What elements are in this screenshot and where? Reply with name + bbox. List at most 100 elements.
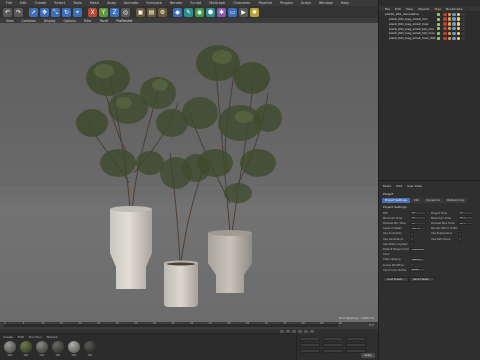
array-icon[interactable]: ⬢ bbox=[206, 7, 215, 17]
material-tag-icon[interactable] bbox=[447, 26, 451, 31]
attribute-checkbox[interactable] bbox=[458, 237, 462, 241]
material-tag-icon[interactable] bbox=[452, 36, 456, 40]
menu-item-snap[interactable]: Snap bbox=[107, 1, 116, 5]
material-tag-icon[interactable] bbox=[461, 31, 465, 36]
attribute-menu-mode[interactable]: Mode bbox=[383, 184, 391, 188]
material-tag-icon[interactable] bbox=[456, 17, 460, 21]
z-axis-icon[interactable]: Z bbox=[110, 7, 119, 17]
render-view-icon[interactable]: ▣ bbox=[136, 7, 145, 17]
material-menu-edit[interactable]: Edit bbox=[18, 335, 24, 339]
subdivision-icon[interactable]: ◉ bbox=[195, 7, 204, 17]
object-menu-tags[interactable]: Tags bbox=[434, 7, 441, 11]
material-tag-icon[interactable] bbox=[456, 31, 460, 36]
attribute-checkbox[interactable] bbox=[410, 237, 414, 241]
menu-item-select[interactable]: Select bbox=[54, 1, 65, 5]
light-icon[interactable]: ✹ bbox=[250, 7, 259, 17]
viewport-menu-options[interactable]: Options bbox=[64, 19, 76, 23]
visibility-dot[interactable] bbox=[437, 13, 440, 16]
material-tag-icon[interactable] bbox=[447, 31, 451, 36]
viewport-menu-display[interactable]: Display bbox=[44, 19, 56, 23]
material-tag-icon[interactable] bbox=[443, 26, 447, 31]
material-swatch[interactable] bbox=[36, 341, 48, 353]
menu-item-plugins[interactable]: Plugins bbox=[280, 1, 293, 5]
world-coordinates-icon[interactable]: ◎ bbox=[121, 7, 130, 17]
attribute-checkbox[interactable] bbox=[410, 242, 414, 246]
redo-icon[interactable]: ↷ bbox=[14, 7, 23, 17]
coord-field-x[interactable] bbox=[300, 336, 320, 341]
attribute-value-field[interactable]: Medium bbox=[410, 258, 426, 262]
visibility-dot[interactable] bbox=[437, 22, 440, 26]
attribute-value-field[interactable]: 90 F bbox=[458, 221, 474, 226]
attribute-value-field[interactable]: sRGB bbox=[410, 268, 426, 272]
move-icon[interactable]: ✥ bbox=[40, 7, 49, 17]
attribute-value-field[interactable]: 0 F bbox=[458, 211, 474, 215]
visibility-dot[interactable] bbox=[437, 32, 440, 36]
material-tag-icon[interactable] bbox=[456, 36, 460, 40]
coord-field-z2[interactable] bbox=[323, 348, 343, 353]
material-tag-icon[interactable] bbox=[452, 17, 456, 21]
menu-item-create[interactable]: Create bbox=[35, 1, 47, 5]
material-swatch[interactable] bbox=[20, 341, 32, 353]
tab-dynamics[interactable]: Dynamics bbox=[423, 198, 444, 203]
coord-field-z[interactable] bbox=[300, 348, 320, 353]
menu-item-help[interactable]: Help bbox=[341, 1, 349, 5]
timeline[interactable]: 0 5 10 15 20 25 30 35 40 45 50 55 60 65 70 75 80 85 90 0 F bbox=[0, 322, 378, 329]
material-menu-texture[interactable]: Texture bbox=[47, 335, 58, 339]
material-tag-icon[interactable] bbox=[461, 36, 465, 40]
visibility-dot[interactable] bbox=[437, 37, 440, 40]
object-row[interactable]: plant_001_bag_small_max_001 bbox=[379, 36, 480, 41]
attribute-checkbox[interactable] bbox=[410, 263, 414, 267]
material-tag-icon[interactable] bbox=[461, 17, 465, 21]
viewport-menu-panel[interactable]: Panel bbox=[100, 19, 109, 23]
material-tag-icon[interactable] bbox=[452, 22, 456, 26]
menu-item-window[interactable]: Window bbox=[319, 1, 333, 5]
material-swatch[interactable] bbox=[4, 341, 16, 353]
coord-field-x2[interactable] bbox=[323, 336, 343, 341]
floor-icon[interactable]: ▭ bbox=[228, 7, 237, 17]
attribute-value-field[interactable]: 0 F bbox=[410, 216, 426, 220]
material-tag-icon[interactable] bbox=[443, 17, 447, 21]
material-tag-icon[interactable] bbox=[443, 12, 447, 16]
attribute-value-field[interactable]: 0 F bbox=[410, 221, 426, 226]
material-tag-icon[interactable] bbox=[443, 22, 447, 26]
menu-item-render[interactable]: Render bbox=[170, 1, 182, 5]
menu-item-simulate[interactable]: Simulate bbox=[146, 1, 161, 5]
coord-field-y[interactable] bbox=[300, 342, 320, 347]
menu-item-tools[interactable]: Tools bbox=[73, 1, 82, 5]
coord-field-x3[interactable] bbox=[346, 336, 366, 341]
viewport-render-mode[interactable]: ProRender bbox=[116, 19, 132, 23]
attribute-checkbox[interactable] bbox=[458, 226, 462, 231]
undo-icon[interactable]: ↶ bbox=[3, 7, 12, 17]
menu-item-edit[interactable]: Edit bbox=[20, 1, 27, 5]
menu-item-script[interactable]: Script bbox=[301, 1, 311, 5]
object-menu-file[interactable]: File bbox=[385, 7, 390, 11]
tab-project-settings[interactable]: Project Settings bbox=[382, 198, 410, 203]
menu-item-pipeline[interactable]: Pipeline bbox=[258, 1, 272, 5]
material-tag-icon[interactable] bbox=[461, 22, 465, 26]
material-tag-icon[interactable] bbox=[456, 26, 460, 31]
material-tag-icon[interactable] bbox=[456, 12, 460, 16]
pen-icon[interactable]: ✎ bbox=[184, 7, 193, 17]
attribute-menu-user-data[interactable]: User Data bbox=[407, 184, 422, 188]
material-swatch[interactable] bbox=[84, 341, 96, 353]
3d-viewport[interactable]: Grid Spacing : 1000 cm bbox=[0, 23, 378, 322]
viewport-menu-filter[interactable]: Filter bbox=[84, 19, 92, 23]
render-picture-viewer-icon[interactable]: ▤ bbox=[147, 7, 156, 17]
tab-info[interactable]: Info bbox=[410, 198, 423, 203]
coord-field-z3[interactable] bbox=[346, 348, 366, 353]
material-tag-icon[interactable] bbox=[443, 31, 447, 36]
material-tag-icon[interactable] bbox=[447, 12, 451, 16]
save-preset-button[interactable]: Save Preset... bbox=[409, 277, 435, 282]
attribute-value-field[interactable]: Gray-Blue bbox=[410, 247, 426, 252]
material-tag-icon[interactable] bbox=[447, 22, 451, 26]
material-tag-icon[interactable] bbox=[456, 22, 460, 26]
x-axis-icon[interactable]: X bbox=[88, 7, 97, 17]
material-swatch[interactable] bbox=[68, 341, 80, 353]
object-menu-edit[interactable]: Edit bbox=[395, 7, 401, 11]
material-tag-icon[interactable] bbox=[447, 36, 451, 40]
render-settings-icon[interactable]: ⚙ bbox=[158, 7, 167, 17]
attribute-menu-edit[interactable]: Edit bbox=[396, 184, 402, 188]
menu-item-file[interactable]: File bbox=[6, 1, 12, 5]
menu-item-mograph[interactable]: MoGraph bbox=[209, 1, 225, 5]
menu-item-animate[interactable]: Animate bbox=[124, 1, 139, 5]
